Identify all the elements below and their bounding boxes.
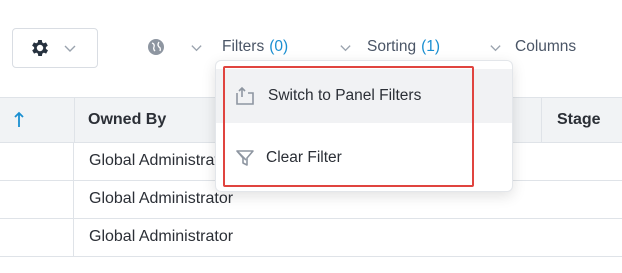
- filters-button[interactable]: Filters (0): [222, 34, 288, 60]
- chevron-down-icon: [64, 45, 76, 52]
- owned-by-cell: Global Administrator: [89, 190, 234, 207]
- column-divider[interactable]: [74, 98, 75, 142]
- chevron-down-icon: [490, 44, 501, 51]
- column-header-owned-by[interactable]: Owned By: [88, 111, 166, 129]
- filters-count: (0): [269, 38, 289, 55]
- sorting-label: Sorting: [367, 38, 417, 55]
- row-select-cell[interactable]: [0, 143, 74, 180]
- owned-by-cell: Global Administrator: [89, 228, 234, 245]
- gear-icon: [32, 40, 48, 56]
- menu-item-clear-filter[interactable]: Clear Filter: [216, 131, 512, 185]
- chevron-down-icon: [191, 44, 202, 51]
- table-row[interactable]: Global Administrator: [0, 219, 622, 257]
- columns-button[interactable]: Columns: [515, 34, 576, 60]
- columns-label: Columns: [515, 38, 577, 55]
- menu-item-label: Clear Filter: [266, 149, 342, 166]
- owned-by-cell: Global Administrator: [89, 152, 234, 169]
- sorting-button[interactable]: Sorting (1): [367, 34, 440, 60]
- chevron-down-icon: [340, 44, 351, 51]
- arrow-up-icon[interactable]: [13, 111, 25, 129]
- row-select-cell[interactable]: [0, 181, 74, 218]
- settings-dropdown-button[interactable]: [12, 28, 98, 68]
- row-select-cell[interactable]: [0, 219, 74, 256]
- globe-chevron-button[interactable]: [190, 34, 203, 60]
- filters-dropdown-menu: Switch to Panel Filters Clear Filter: [215, 60, 513, 192]
- column-divider[interactable]: [541, 98, 542, 142]
- columns-chevron-button[interactable]: [489, 34, 502, 60]
- panel-switch-icon: [236, 86, 254, 105]
- menu-item-label: Switch to Panel Filters: [268, 87, 422, 104]
- globe-icon: [148, 39, 164, 55]
- column-header-stage[interactable]: Stage: [557, 111, 601, 129]
- filters-label: Filters: [222, 38, 265, 55]
- globe-button[interactable]: [147, 34, 165, 60]
- menu-item-switch-to-panel-filters[interactable]: Switch to Panel Filters: [216, 69, 512, 123]
- sorting-chevron-button[interactable]: [339, 34, 352, 60]
- filter-clear-icon: [236, 150, 254, 166]
- sorting-count: (1): [421, 38, 441, 55]
